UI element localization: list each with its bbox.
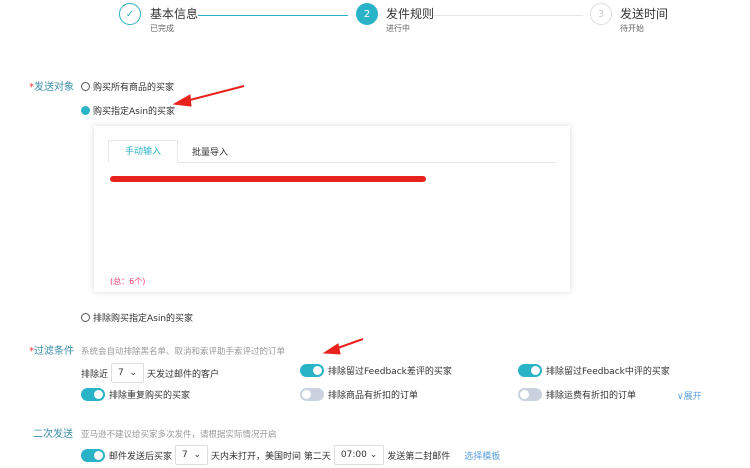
- arrow-icon: [185, 85, 245, 102]
- arrowhead-icon: [172, 94, 192, 107]
- annotation-arrows: [172, 85, 364, 355]
- arrowhead-icon: [322, 343, 341, 355]
